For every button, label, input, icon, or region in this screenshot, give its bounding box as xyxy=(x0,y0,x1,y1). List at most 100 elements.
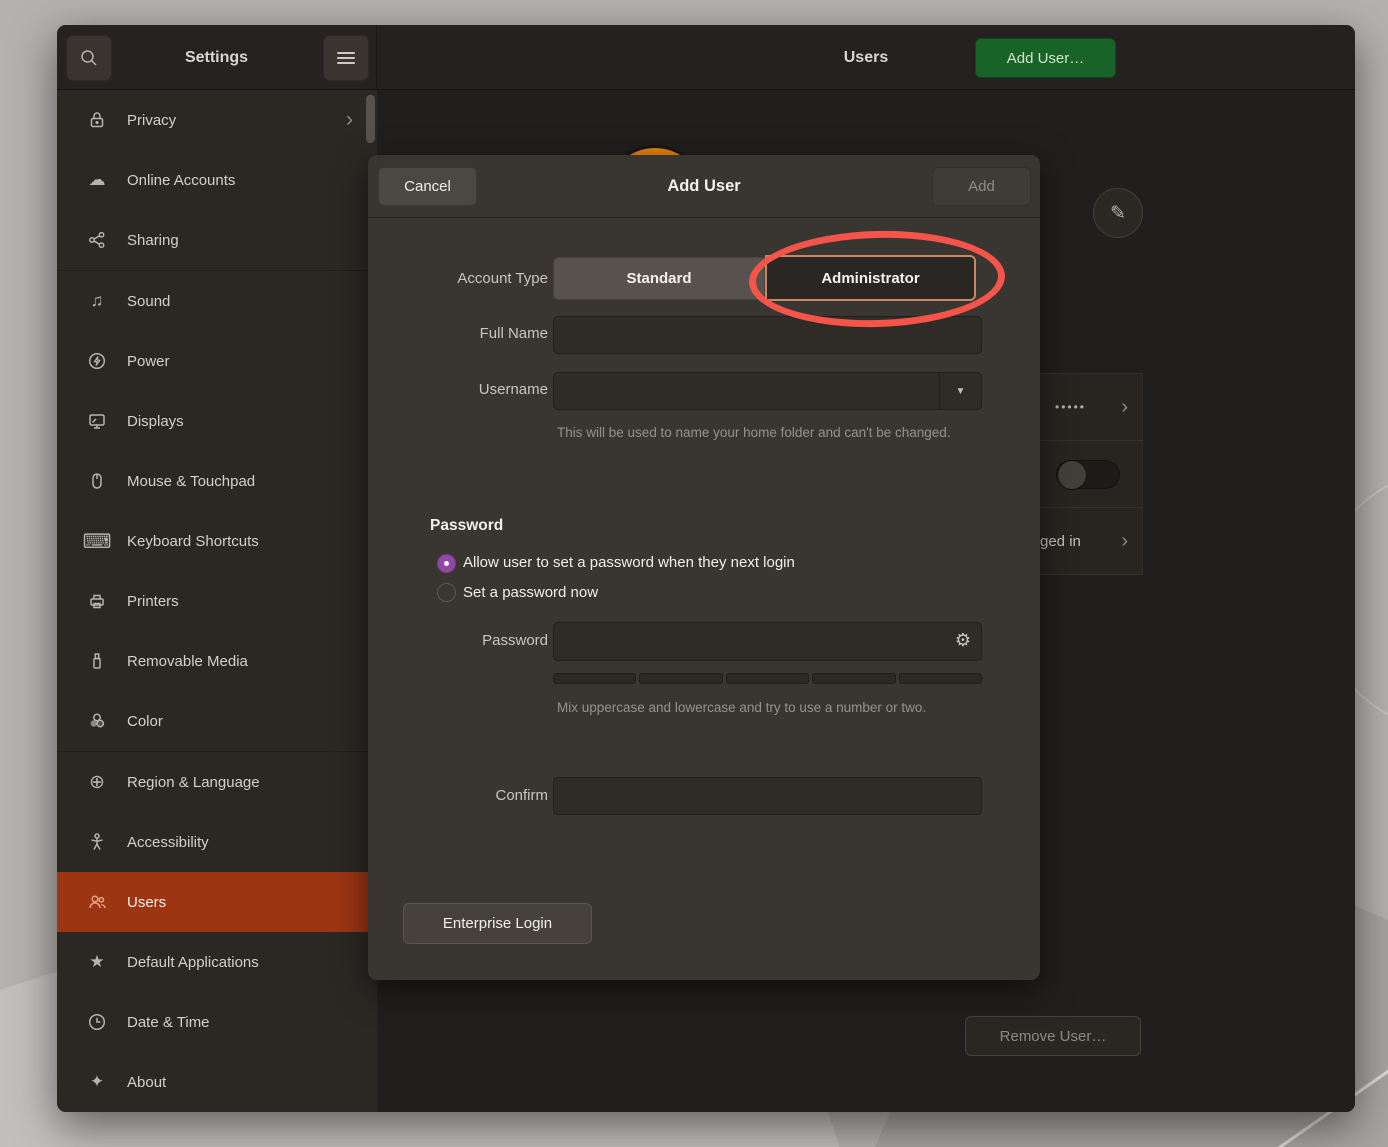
sidebar-item-keyboard-shortcuts[interactable]: ⌨ Keyboard Shortcuts xyxy=(57,511,377,571)
sidebar-item-label: Accessibility xyxy=(127,834,209,851)
username-hint: This will be used to name your home fold… xyxy=(557,423,952,444)
toggle-knob xyxy=(1057,460,1087,490)
edit-avatar-button[interactable]: ✎ xyxy=(1093,188,1143,238)
titlebar-right: Users Add User… – ▢ ✕ xyxy=(377,25,1355,89)
search-button[interactable] xyxy=(66,35,112,81)
sidebar-item-accessibility[interactable]: Accessibility xyxy=(57,812,377,872)
logged-in-text: ged in xyxy=(1040,533,1081,550)
accessibility-icon xyxy=(85,830,109,854)
sidebar-item-displays[interactable]: Displays xyxy=(57,391,377,451)
sidebar-item-region-language[interactable]: ⊕ Region & Language xyxy=(57,752,377,812)
generate-password-icon[interactable]: ⚙ xyxy=(955,630,971,651)
sidebar-item-label: Sound xyxy=(127,293,170,310)
sidebar-item-sound[interactable]: ♫ Sound xyxy=(57,271,377,331)
sidebar: Privacy › ☁ Online Accounts Sharing ♫ So… xyxy=(57,90,377,1112)
sidebar-item-label: Displays xyxy=(127,413,184,430)
sidebar-item-about[interactable]: ✦ About xyxy=(57,1052,377,1112)
sidebar-item-printers[interactable]: Printers xyxy=(57,571,377,631)
keyboard-icon: ⌨ xyxy=(85,529,109,553)
standard-account-button[interactable]: Standard xyxy=(553,257,765,300)
sidebar-item-power[interactable]: Power xyxy=(57,331,377,391)
sidebar-item-date-time[interactable]: Date & Time xyxy=(57,992,377,1052)
radio-next-login-label[interactable]: Allow user to set a password when they n… xyxy=(463,554,795,571)
chevron-right-icon: › xyxy=(1121,530,1128,553)
password-input[interactable]: ⚙ xyxy=(553,622,982,661)
menu-button[interactable] xyxy=(323,35,369,81)
confirm-password-input[interactable] xyxy=(553,777,982,815)
sidebar-item-label: Mouse & Touchpad xyxy=(127,473,255,490)
sidebar-item-label: Sharing xyxy=(127,232,179,249)
sidebar-item-default-applications[interactable]: ★ Default Applications xyxy=(57,932,377,992)
hamburger-icon xyxy=(337,49,355,67)
sidebar-item-label: Users xyxy=(127,894,166,911)
username-label: Username xyxy=(368,381,548,398)
enterprise-login-button[interactable]: Enterprise Login xyxy=(403,903,592,944)
sidebar-item-color[interactable]: Color xyxy=(57,691,377,751)
sidebar-item-users[interactable]: Users xyxy=(57,872,377,932)
share-icon xyxy=(85,228,109,252)
strength-segment xyxy=(726,673,809,684)
chevron-right-icon: › xyxy=(1121,396,1128,419)
sidebar-item-privacy[interactable]: Privacy › xyxy=(57,90,377,150)
pencil-icon: ✎ xyxy=(1110,202,1126,225)
sidebar-item-label: Keyboard Shortcuts xyxy=(127,533,259,550)
strength-segment xyxy=(639,673,722,684)
titlebar-left: Settings xyxy=(57,25,377,89)
password-dots: ••••• xyxy=(1055,400,1086,414)
chevron-right-icon: › xyxy=(346,108,353,132)
confirm-label: Confirm xyxy=(368,787,548,804)
password-hint: Mix uppercase and lowercase and try to u… xyxy=(557,698,952,719)
add-confirm-button[interactable]: Add xyxy=(932,167,1031,206)
globe-icon: ⊕ xyxy=(85,770,109,794)
page-title: Users xyxy=(377,25,1355,90)
lock-icon xyxy=(85,108,109,132)
password-label: Password xyxy=(368,632,548,649)
sparkle-icon: ✦ xyxy=(85,1070,109,1094)
power-icon xyxy=(85,349,109,373)
username-combobox[interactable]: ▼ xyxy=(553,372,982,410)
sidebar-item-label: About xyxy=(127,1074,166,1091)
mouse-icon xyxy=(85,469,109,493)
cloud-icon: ☁ xyxy=(85,168,109,192)
clock-icon xyxy=(85,1010,109,1034)
usb-icon xyxy=(85,649,109,673)
sidebar-item-online-accounts[interactable]: ☁ Online Accounts xyxy=(57,150,377,210)
star-icon: ★ xyxy=(85,950,109,974)
strength-segment xyxy=(553,673,636,684)
printer-icon xyxy=(85,589,109,613)
radio-set-password-now[interactable] xyxy=(437,583,456,602)
full-name-label: Full Name xyxy=(368,325,548,342)
sidebar-item-label: Color xyxy=(127,713,163,730)
password-strength-meter xyxy=(553,673,982,684)
sidebar-item-removable-media[interactable]: Removable Media xyxy=(57,631,377,691)
users-icon xyxy=(85,890,109,914)
color-icon xyxy=(85,709,109,733)
dropdown-button[interactable]: ▼ xyxy=(939,373,981,409)
sidebar-scrollbar[interactable] xyxy=(366,95,375,143)
strength-segment xyxy=(812,673,895,684)
password-section-title: Password xyxy=(430,517,503,535)
titlebar: Settings Users Add User… – ▢ ✕ xyxy=(57,25,1355,90)
automatic-login-toggle[interactable] xyxy=(1056,460,1120,489)
strength-segment xyxy=(899,673,982,684)
display-icon xyxy=(85,409,109,433)
sidebar-item-label: Online Accounts xyxy=(127,172,235,189)
remove-user-button[interactable]: Remove User… xyxy=(965,1016,1141,1056)
sidebar-item-label: Region & Language xyxy=(127,774,260,791)
account-type-label: Account Type xyxy=(368,270,548,287)
sidebar-item-label: Removable Media xyxy=(127,653,248,670)
music-note-icon: ♫ xyxy=(85,289,109,313)
sidebar-item-label: Printers xyxy=(127,593,179,610)
sidebar-item-label: Power xyxy=(127,353,170,370)
radio-set-password-now-label[interactable]: Set a password now xyxy=(463,584,598,601)
sidebar-item-label: Date & Time xyxy=(127,1014,210,1031)
chevron-down-icon: ▼ xyxy=(956,386,966,397)
sidebar-item-mouse-touchpad[interactable]: Mouse & Touchpad xyxy=(57,451,377,511)
sidebar-item-sharing[interactable]: Sharing xyxy=(57,210,377,270)
cancel-button[interactable]: Cancel xyxy=(378,167,477,206)
add-user-button[interactable]: Add User… xyxy=(975,38,1116,78)
search-icon xyxy=(79,48,99,68)
dialog-header: Cancel Add User Add xyxy=(368,155,1040,218)
radio-next-login[interactable] xyxy=(437,554,456,573)
sidebar-item-label: Default Applications xyxy=(127,954,259,971)
